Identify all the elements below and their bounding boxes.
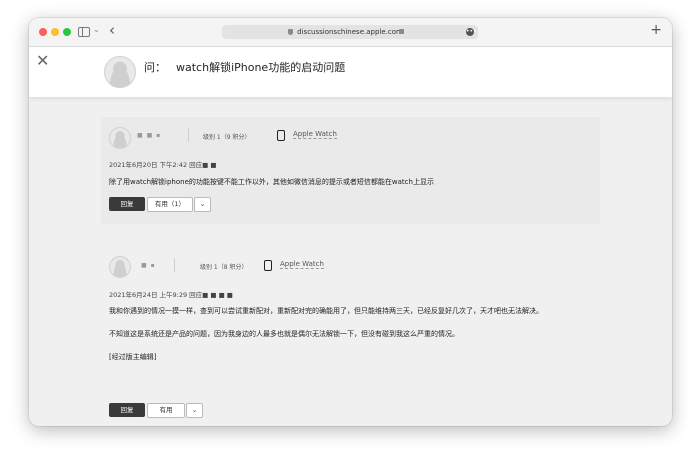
question-prefix: 问： (144, 61, 166, 74)
user-level: 级别 1（9 积分） (203, 134, 251, 141)
question-header: ✕ 问： watch解锁iPhone功能的启动问题 (29, 47, 672, 97)
chevron-down-icon[interactable]: ⌄ (194, 197, 211, 212)
reply-body: 我和你遇到的情况一摸一样，查到可以尝试重新配对，重新配对完的确能用了，但只能维持… (109, 305, 579, 363)
reply-button[interactable]: 回复 (109, 403, 145, 417)
avatar[interactable] (109, 127, 131, 149)
reply-paragraph: 不知道这是系统还是产品的问题，因为我身边的人最多也就是偶尔无法解锁一下，但没有碰… (109, 330, 459, 338)
chevron-down-icon[interactable]: ⌄ (93, 25, 100, 34)
browser-window: ⌄ ‹ discussionschinese.apple.com ••• + ✕… (29, 18, 672, 426)
reply-card: ■ ■ ▪ 级别 1（9 积分） Apple Watch 2021年6月20日 … (101, 117, 600, 224)
reply-paragraph: 我和你遇到的情况一摸一样，查到可以尝试重新配对，重新配对完的确能用了，但只能维持… (109, 307, 543, 315)
question-text: watch解锁iPhone功能的启动问题 (176, 61, 346, 74)
divider (174, 258, 175, 272)
zoom-window-button[interactable] (63, 28, 71, 36)
url-text: discussionschinese.apple.com (297, 28, 403, 36)
page-title: 问： watch解锁iPhone功能的启动问题 (144, 59, 345, 75)
title-bar: ⌄ ‹ discussionschinese.apple.com ••• + (29, 18, 672, 47)
device-label[interactable]: Apple Watch (293, 130, 337, 139)
lock-icon (399, 29, 404, 34)
shield-icon (288, 29, 293, 35)
close-icon[interactable]: ✕ (36, 51, 49, 70)
reply-timestamp: 2021年6月20日 下午2:42 回应■ ■ (109, 161, 217, 169)
close-window-button[interactable] (39, 28, 47, 36)
chevron-down-icon[interactable]: ⌄ (186, 403, 203, 418)
avatar[interactable] (109, 256, 131, 278)
new-tab-button[interactable]: + (650, 22, 662, 38)
minimize-window-button[interactable] (51, 28, 59, 36)
address-bar[interactable]: discussionschinese.apple.com ••• (222, 25, 478, 39)
avatar (104, 56, 136, 88)
device-label[interactable]: Apple Watch (280, 260, 324, 269)
divider (188, 128, 189, 142)
back-button[interactable]: ‹ (109, 21, 115, 39)
watch-icon (264, 260, 272, 271)
helpful-button[interactable]: 有用 (147, 403, 185, 418)
author-name[interactable]: ■ ■ ▪ (137, 132, 161, 139)
watch-icon (277, 130, 285, 141)
user-level: 级别 1（8 积分） (200, 264, 248, 271)
more-icon[interactable]: ••• (466, 28, 477, 36)
edited-note: [经过版主编辑] (109, 353, 157, 361)
reply-body: 除了用watch解锁iphone的功能按键不能工作以外，其他如微信消息的提示或者… (109, 176, 594, 188)
sidebar-icon[interactable] (78, 27, 90, 37)
reply-paragraph: 除了用watch解锁iphone的功能按键不能工作以外，其他如微信消息的提示或者… (109, 178, 434, 186)
author-name[interactable]: ■ ▪ (141, 262, 156, 269)
helpful-button[interactable]: 有用（1） (147, 197, 193, 212)
reply-card: ■ ▪ 级别 1（8 积分） Apple Watch 2021年6月24日 上午… (101, 245, 600, 418)
reply-timestamp: 2021年6月24日 上午9:29 回应■ ■ ■ ■ (109, 291, 233, 299)
reply-button[interactable]: 回复 (109, 197, 145, 211)
